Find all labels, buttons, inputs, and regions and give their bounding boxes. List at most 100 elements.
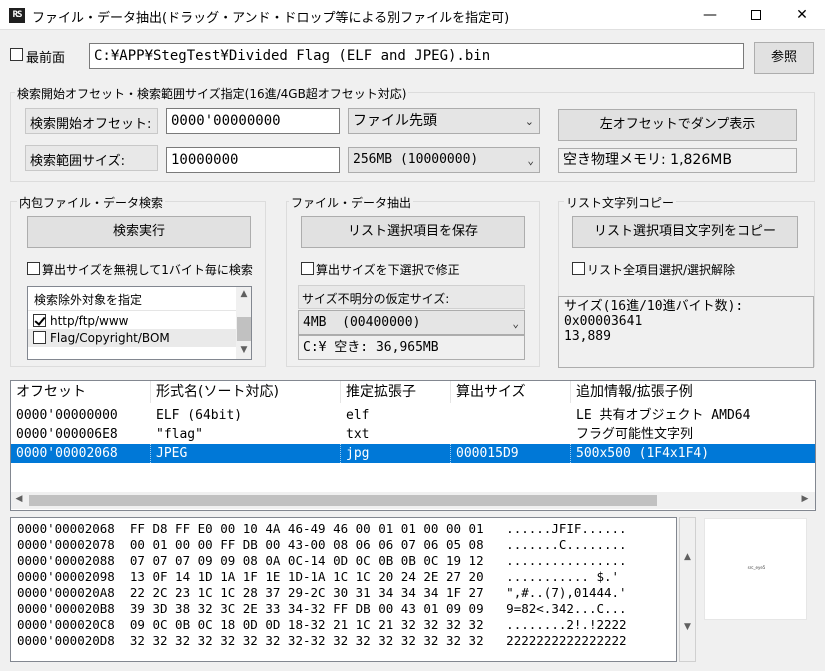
size-info-heading: サイズ(16進/10進バイト数): [564,299,744,314]
hexdump-line: 0000'000020A8 22 2C 23 1C 1C 28 37 29-2C… [17,585,627,600]
unknown-size-select[interactable]: 4MB (00400000) ⌄ [298,310,525,335]
cell-offset: 0000'000006E8 [16,427,118,442]
cell-info: フラグ可能性文字列 [576,427,694,442]
column-header-size[interactable]: 算出サイズ [451,381,571,403]
cell-extension: txt [346,427,370,442]
window-title: ファイル・データ抽出(ドラッグ・アンド・ドロップ等による別ファイルを指定可) [32,11,510,26]
start-offset-label-box: 検索開始オフセット: [25,108,158,134]
embedded-search-group-title: 内包ファイル・データ検索 [17,194,166,211]
scroll-up-icon[interactable]: ▲ [236,289,251,299]
hexdump-line: 0000'000020B8 39 3D 38 32 3C 2E 33 34-32… [17,601,627,616]
cell-info: LE 共有オブジェクト AMD64 [576,408,751,423]
select-all-label: リスト全項目選択/選択解除 [587,263,736,277]
size-info-hex: 0x00003641 [564,314,643,329]
scroll-right-icon[interactable]: ▶ [799,494,811,504]
range-size-label: 検索範囲サイズ: [30,154,125,169]
column-header-info[interactable]: 追加情報/拡張子例 [571,381,815,403]
column-header-format[interactable]: 形式名(ソート対応) [151,381,341,403]
always-on-top-label: 最前面 [26,51,66,66]
cell-extension: jpg [341,444,451,463]
hexdump-line: 0000'00002078 00 01 00 00 FF DB 00 43-00… [17,537,627,552]
hexdump-line: 0000'00002068 FF D8 FF E0 00 10 4A 46-49… [17,521,627,536]
scroll-down-icon[interactable]: ▼ [236,345,251,355]
cell-extension: elf [346,408,370,423]
list-copy-group-title: リスト文字列コピー [564,194,677,211]
cell-format: "flag" [156,427,203,442]
hexdump-line: 0000'00002098 13 0F 14 1D 1A 1F 1E 1D-1A… [17,569,620,584]
range-size-label-box: 検索範囲サイズ: [25,145,158,171]
save-selected-button[interactable]: リスト選択項目を保存 [301,216,525,248]
hexdump-line: 0000'000020D8 32 32 32 32 32 32 32 32-32… [17,633,627,648]
close-icon: ✕ [796,7,808,23]
column-header-extension[interactable]: 推定拡張子 [341,381,451,403]
maximize-icon [751,10,761,20]
exclude-list[interactable]: 検索除外対象を指定 http/ftp/www Flag/Copyright/BO… [27,286,252,360]
cell-format: JPEG [151,444,341,463]
scroll-thumb[interactable] [237,317,251,341]
unknown-size-value: 4MB (00400000) [303,315,421,330]
size-info-display: サイズ(16進/10進バイト数): 0x00003641 13,889 [558,296,814,368]
select-all-checkbox[interactable]: リスト全項目選択/選択解除 [572,261,802,277]
exclude-list-scrollbar[interactable]: ▲ ▼ [236,287,251,359]
select-all-box[interactable] [572,262,585,275]
scroll-left-icon[interactable]: ◀ [13,494,25,504]
drive-free-display: C:¥ 空き: 36,965MB [298,335,525,360]
browse-button[interactable]: 参照 [754,42,814,74]
preview-caption: src_eye5 [747,565,766,570]
range-size-input[interactable]: 10000000 [166,147,340,173]
image-preview: src_eye5 [704,518,807,620]
table-row[interactable]: 0000'00000000 ELF (64bit) elf LE 共有オブジェク… [11,406,815,425]
size-info-dec: 13,889 [564,329,611,344]
fix-size-label: 算出サイズを下選択で修正 [316,263,460,277]
chevron-down-icon: ⌄ [512,317,519,330]
always-on-top-checkbox[interactable]: 最前面 [10,47,90,66]
free-memory-display: 空き物理メモリ: 1,826MB [558,148,797,173]
exclude-item-flag-checkbox[interactable] [33,331,46,344]
range-size-select[interactable]: 256MB (10000000) ⌄ [348,147,540,173]
result-list[interactable]: オフセット 形式名(ソート対応) 推定拡張子 算出サイズ 追加情報/拡張子例 0… [10,380,816,511]
hexdump-view[interactable]: 0000'00002068 FF D8 FF E0 00 10 4A 46-49… [10,517,677,662]
table-row[interactable]: 0000'000006E8 "flag" txt フラグ可能性文字列 [11,425,815,444]
hexdump-scrollbar[interactable]: ▲ ▼ [679,517,696,662]
hexdump-line: 0000'00002088 07 07 07 09 09 08 0A 0C-14… [17,553,627,568]
copy-selected-text-button[interactable]: リスト選択項目文字列をコピー [572,216,798,248]
maximize-button[interactable] [733,0,779,30]
start-origin-select[interactable]: ファイル先頭 ⌄ [348,108,540,134]
exclude-item-http-label: http/ftp/www [50,314,129,328]
start-offset-label: 検索開始オフセット: [30,117,152,132]
dump-at-offset-button[interactable]: 左オフセットでダンプ表示 [558,109,797,141]
range-size-value: 256MB (10000000) [353,152,479,167]
minimize-button[interactable]: — [687,0,733,30]
cell-info: 500x500 (1F4x1F4) [571,444,815,463]
scroll-up-icon[interactable]: ▲ [680,552,695,562]
start-offset-input[interactable]: 0000'00000000 [166,108,340,134]
ignore-size-box[interactable] [27,262,40,275]
chevron-down-icon: ⌄ [527,154,534,167]
unknown-size-label: サイズ不明分の仮定サイズ: [302,292,450,306]
exclude-item-flag[interactable]: Flag/Copyright/BOM [28,329,236,347]
run-search-button[interactable]: 検索実行 [27,216,251,248]
exclude-list-header: 検索除外対象を指定 [28,287,236,311]
file-path-input[interactable]: C:¥APP¥StegTest¥Divided Flag (ELF and JP… [89,43,744,69]
exclude-item-http[interactable]: http/ftp/www [28,312,236,330]
close-button[interactable]: ✕ [779,0,825,30]
unknown-size-label-box: サイズ不明分の仮定サイズ: [298,285,525,309]
hscroll-thumb[interactable] [29,495,657,506]
ignore-size-label: 算出サイズを無視して1バイト毎に検索 [42,263,253,277]
result-list-hscrollbar[interactable]: ◀ ▶ [11,492,815,509]
fix-size-box[interactable] [301,262,314,275]
cell-offset: 0000'00002068 [11,444,151,463]
cell-format: ELF (64bit) [156,408,243,423]
chevron-down-icon: ⌄ [524,115,534,128]
exclude-item-http-checkbox[interactable] [33,314,46,327]
table-row-selected[interactable]: 0000'00002068 JPEG jpg 000015D9 500x500 … [11,444,815,463]
always-on-top-box[interactable] [10,48,23,61]
column-header-offset[interactable]: オフセット [11,381,151,403]
fix-size-checkbox[interactable]: 算出サイズを下選択で修正 [301,261,531,277]
ignore-size-checkbox[interactable]: 算出サイズを無視して1バイト毎に検索 [27,261,257,277]
exclude-list-title: 検索除外対象を指定 [34,293,143,307]
cell-size: 000015D9 [451,444,571,463]
start-origin-value: ファイル先頭 [353,113,437,129]
title-bar: RS ファイル・データ抽出(ドラッグ・アンド・ドロップ等による別ファイルを指定可… [0,0,825,30]
scroll-down-icon[interactable]: ▼ [680,622,695,632]
